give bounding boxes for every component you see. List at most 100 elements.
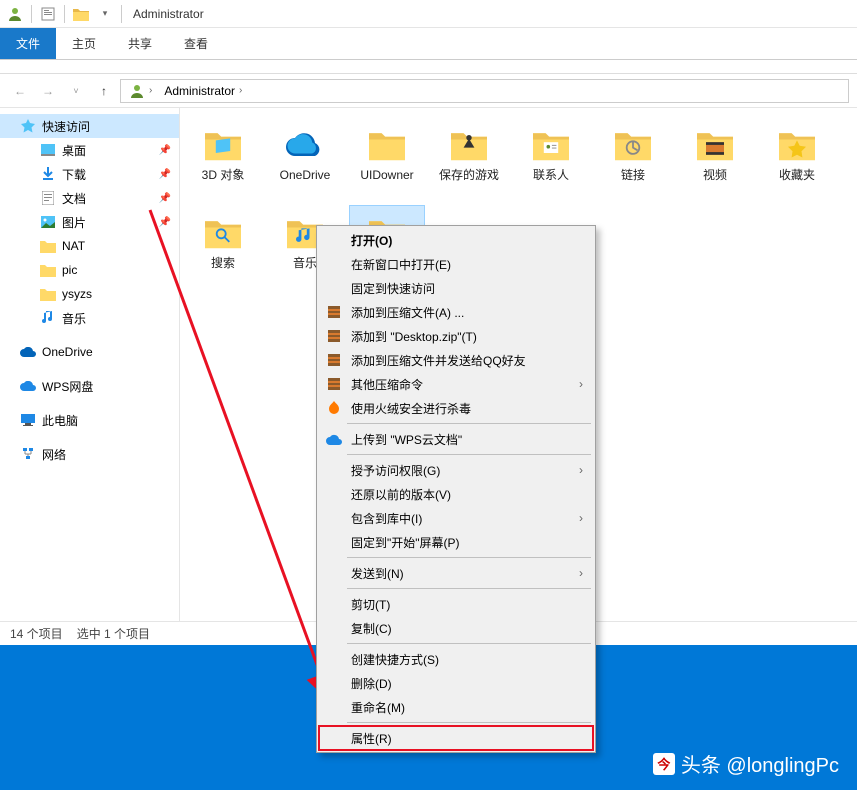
- folder-item[interactable]: 3D 对象: [186, 118, 260, 202]
- separator: [31, 5, 32, 23]
- menu-item-label: 删除(D): [351, 675, 583, 692]
- tab-share[interactable]: 共享: [112, 28, 168, 59]
- tree-thispc[interactable]: 此电脑: [0, 408, 179, 432]
- menu-item[interactable]: 删除(D): [319, 671, 593, 695]
- tree-label: 音乐: [62, 310, 86, 327]
- menu-item[interactable]: 包含到库中(I) ›: [319, 506, 593, 530]
- folder-item[interactable]: 保存的游戏: [432, 118, 506, 202]
- menu-item-label: 其他压缩命令: [351, 376, 571, 393]
- menu-item[interactable]: 上传到 "WPS云文档": [319, 427, 593, 451]
- tree-pic[interactable]: pic: [0, 258, 179, 282]
- crumb-administrator[interactable]: Administrator ›: [160, 84, 246, 98]
- menu-item[interactable]: 打开(O): [319, 228, 593, 252]
- menu-item[interactable]: 还原以前的版本(V): [319, 482, 593, 506]
- tree-ysyzs[interactable]: ysyzs: [0, 282, 179, 306]
- menu-item[interactable]: 复制(C): [319, 616, 593, 640]
- item-label: 3D 对象: [202, 168, 245, 182]
- menu-item-label: 发送到(N): [351, 565, 571, 582]
- pc-icon: [20, 412, 36, 428]
- menu-item-icon: [325, 564, 343, 582]
- tree-nat[interactable]: NAT: [0, 234, 179, 258]
- pin-icon: 📌: [159, 193, 171, 204]
- menu-item-icon: [325, 255, 343, 273]
- chevron-right-icon: ›: [149, 85, 152, 96]
- tree-desktop[interactable]: 桌面 📌: [0, 138, 179, 162]
- separator: [64, 5, 65, 23]
- tab-file[interactable]: 文件: [0, 28, 56, 59]
- tree-music[interactable]: 音乐: [0, 306, 179, 330]
- menu-item[interactable]: 创建快捷方式(S): [319, 647, 593, 671]
- music-icon: [40, 310, 56, 326]
- tree-onedrive[interactable]: OneDrive: [0, 340, 179, 364]
- chevron-right-icon: ›: [579, 377, 583, 391]
- menu-item-label: 打开(O): [351, 232, 583, 249]
- chevron-right-icon: ›: [579, 511, 583, 525]
- tree-label: NAT: [62, 239, 85, 253]
- folder-item[interactable]: UIDowner: [350, 118, 424, 202]
- menu-item[interactable]: 属性(R): [319, 726, 593, 750]
- nav-recent-dropdown[interactable]: ˅: [64, 79, 88, 103]
- properties-icon[interactable]: [37, 3, 59, 25]
- menu-item[interactable]: 添加到压缩文件(A) ...: [319, 300, 593, 324]
- menu-item-icon: [325, 533, 343, 551]
- menu-item[interactable]: 其他压缩命令 ›: [319, 372, 593, 396]
- menu-item-label: 包含到库中(I): [351, 510, 571, 527]
- tree-documents[interactable]: 文档 📌: [0, 186, 179, 210]
- menu-item-label: 授予访问权限(G): [351, 462, 571, 479]
- menu-item[interactable]: 添加到压缩文件并发送给QQ好友: [319, 348, 593, 372]
- item-label: 搜索: [211, 256, 235, 270]
- watermark: 今 头条 @longlingPc: [653, 749, 839, 778]
- folder-item[interactable]: 联系人: [514, 118, 588, 202]
- tree-wps[interactable]: WPS网盘: [0, 374, 179, 398]
- breadcrumb[interactable]: › Administrator ›: [120, 79, 849, 103]
- menu-item-icon: [325, 279, 343, 297]
- tree-network[interactable]: 网络: [0, 442, 179, 466]
- folder-icon: [281, 122, 329, 166]
- folder-icon: [691, 122, 739, 166]
- menu-item-icon: [325, 595, 343, 613]
- item-label: 音乐: [293, 256, 317, 270]
- pin-icon: 📌: [159, 169, 171, 180]
- pin-icon: 📌: [159, 145, 171, 156]
- menu-item[interactable]: 重命名(M): [319, 695, 593, 719]
- folder-item[interactable]: OneDrive: [268, 118, 342, 202]
- navigation-pane: 快速访问 桌面 📌 下载 📌 文档 📌 图片 📌: [0, 108, 180, 621]
- menu-item[interactable]: 在新窗口中打开(E): [319, 252, 593, 276]
- tree-label: ysyzs: [62, 287, 92, 301]
- item-label: UIDowner: [360, 168, 413, 182]
- nav-up-button[interactable]: ↑: [92, 79, 116, 103]
- tree-label: WPS网盘: [42, 378, 93, 395]
- menu-separator: [347, 423, 591, 424]
- menu-item[interactable]: 授予访问权限(G)›: [319, 458, 593, 482]
- menu-item-icon: [325, 461, 343, 479]
- tree-quick-access[interactable]: 快速访问: [0, 114, 179, 138]
- menu-item-icon: [325, 650, 343, 668]
- folder-icon: [773, 122, 821, 166]
- menu-item[interactable]: 添加到 "Desktop.zip"(T): [319, 324, 593, 348]
- folder-icon: [40, 286, 56, 302]
- menu-item-label: 剪切(T): [351, 596, 583, 613]
- qat-dropdown-icon[interactable]: ▾: [94, 3, 116, 25]
- folder-item[interactable]: 收藏夹: [760, 118, 834, 202]
- menu-item[interactable]: 固定到"开始"屏幕(P): [319, 530, 593, 554]
- menu-item[interactable]: 固定到快速访问: [319, 276, 593, 300]
- tree-downloads[interactable]: 下载 📌: [0, 162, 179, 186]
- tab-home[interactable]: 主页: [56, 28, 112, 59]
- folder-item[interactable]: 搜索: [186, 206, 260, 290]
- nav-back-button[interactable]: ←: [8, 79, 32, 103]
- folder-item[interactable]: 链接: [596, 118, 670, 202]
- folder-item[interactable]: 视频: [678, 118, 752, 202]
- ribbon-tabs: 文件 主页 共享 查看: [0, 28, 857, 60]
- menu-item-label: 还原以前的版本(V): [351, 486, 583, 503]
- menu-item[interactable]: 使用火绒安全进行杀毒: [319, 396, 593, 420]
- folder-icon: [199, 122, 247, 166]
- menu-item-icon: [325, 509, 343, 527]
- menu-item[interactable]: 剪切(T): [319, 592, 593, 616]
- tab-view[interactable]: 查看: [168, 28, 224, 59]
- menu-item-icon: [325, 327, 343, 345]
- tree-pictures[interactable]: 图片 📌: [0, 210, 179, 234]
- nav-forward-button[interactable]: →: [36, 79, 60, 103]
- menu-item-icon: [325, 619, 343, 637]
- crumb-user-icon[interactable]: ›: [125, 83, 156, 99]
- menu-item[interactable]: 发送到(N)›: [319, 561, 593, 585]
